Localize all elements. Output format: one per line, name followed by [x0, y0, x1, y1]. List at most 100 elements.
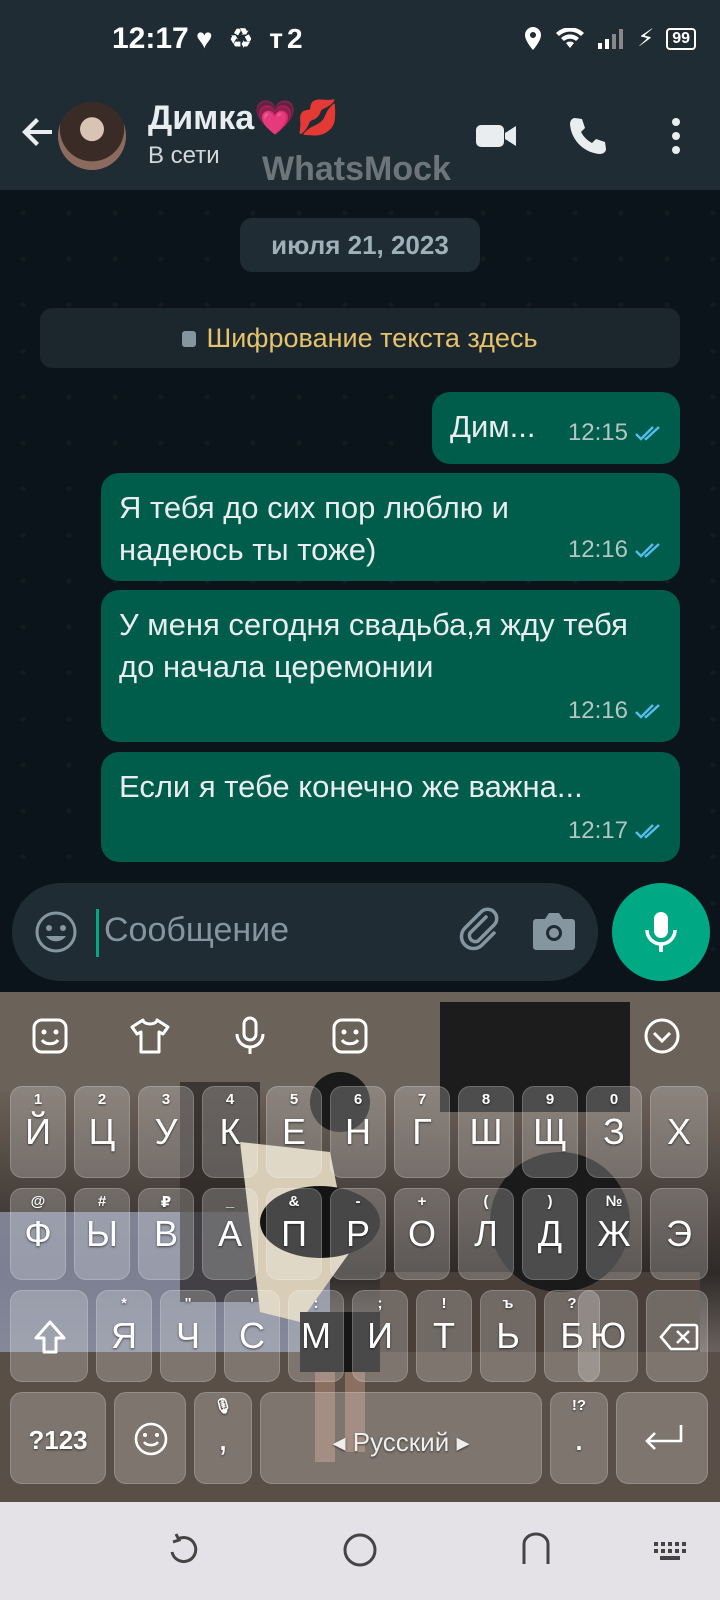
status-bar: 12:17 ♥ ♻ т2 ⚡ 99: [0, 0, 720, 80]
keyboard-toolbar: [0, 992, 720, 1082]
mic-hint-icon: 🎙: [213, 1398, 233, 1415]
key-д[interactable]: ) Д: [522, 1188, 578, 1280]
message-bubble[interactable]: У меня сегодня свадьба,я жду тебя до нач…: [101, 590, 680, 742]
message-input[interactable]: Сообщение: [104, 911, 289, 950]
contact-name[interactable]: Димка💗💋: [148, 98, 339, 138]
emoji-icon[interactable]: [34, 910, 78, 954]
attach-icon[interactable]: [456, 907, 504, 955]
key-к[interactable]: 4К: [202, 1086, 258, 1178]
key-я[interactable]: * Я: [96, 1290, 152, 1382]
message-bubble[interactable]: Если я тебе конечно же важна... 12:17: [101, 752, 680, 862]
key-с[interactable]: ' С: [224, 1290, 280, 1382]
microphone-icon: [645, 912, 677, 952]
key-т[interactable]: ! Т: [416, 1290, 472, 1382]
shift-key[interactable]: [10, 1290, 88, 1382]
location-icon: [525, 26, 542, 50]
keyboard[interactable]: 1Й 2Ц 3У 4К 5Е 6Н 7Г 8Ш 9Щ 0З Х @ Ф # Ы ₽ В…: [0, 992, 720, 1502]
theme-shirt-icon[interactable]: [128, 1014, 172, 1058]
key-м[interactable]: :М: [288, 1290, 344, 1382]
recents-icon[interactable]: [516, 1530, 556, 1570]
key-ь[interactable]: ъЬ: [480, 1290, 536, 1382]
watermark: WhatsMock: [262, 150, 451, 188]
chat-header: Димка💗💋 В сети WhatsMock: [0, 80, 720, 190]
message-bubble[interactable]: Я тебя до сих пор люблю и надеюсь ты тож…: [101, 473, 680, 581]
key-о[interactable]: + О: [394, 1188, 450, 1280]
backspace-icon: [659, 1323, 699, 1351]
message-meta: 12:17: [568, 810, 664, 852]
key-э[interactable]: Э: [650, 1188, 708, 1280]
key-л[interactable]: (Л: [458, 1188, 514, 1280]
key-ш[interactable]: 8Ш: [458, 1086, 514, 1178]
emoji-key[interactable]: [114, 1392, 186, 1484]
key-й[interactable]: 1Й: [10, 1086, 66, 1178]
battery-indicator: 99: [666, 27, 696, 50]
key-г[interactable]: 7Г: [394, 1086, 450, 1178]
symbols-key[interactable]: ?123: [10, 1392, 106, 1484]
read-ticks-icon: [635, 824, 660, 839]
camera-icon[interactable]: [530, 909, 578, 953]
message-meta: 12:15: [568, 412, 664, 454]
key-у[interactable]: 3У: [138, 1086, 194, 1178]
emoji-keyboard-icon[interactable]: [328, 1014, 372, 1058]
video-call-icon[interactable]: [474, 114, 518, 158]
charging-icon: ⚡: [637, 25, 655, 52]
key-е[interactable]: 5Е: [266, 1086, 322, 1178]
enter-icon: [645, 1425, 683, 1450]
chat-area[interactable]: июля 21, 2023 Шифрование текста здесь Ди…: [0, 190, 720, 990]
message-time: 12:17: [567, 817, 628, 844]
message-time: 12:16: [567, 536, 628, 563]
status-time: 12:17: [112, 22, 189, 55]
message-time: 12:15: [567, 419, 628, 446]
key-з[interactable]: 0З: [586, 1086, 642, 1178]
wifi-icon: [556, 27, 585, 48]
message-text: У меня сегодня свадьба,я жду тебя до нач…: [119, 607, 628, 684]
voice-input-icon[interactable]: [228, 1014, 272, 1058]
read-ticks-icon: [635, 543, 660, 558]
key-ж[interactable]: № Ж: [586, 1188, 642, 1280]
keyboard-switch-icon[interactable]: [650, 1530, 690, 1570]
text-caret: [96, 909, 99, 957]
backspace-key[interactable]: [646, 1290, 708, 1382]
encryption-notice[interactable]: Шифрование текста здесь: [40, 308, 680, 368]
smiley-icon: [134, 1422, 168, 1456]
system-nav-bar: [0, 1502, 720, 1600]
key-х[interactable]: Х: [650, 1086, 708, 1178]
message-meta: 12:16: [568, 529, 664, 571]
contact-status: В сети: [148, 142, 220, 169]
voice-record-button[interactable]: [612, 883, 710, 981]
key-щ[interactable]: 9Щ: [522, 1086, 578, 1178]
period-key[interactable]: !?.: [550, 1392, 608, 1484]
home-icon[interactable]: [340, 1530, 380, 1570]
collapse-keyboard-icon[interactable]: [640, 1014, 684, 1058]
key-а[interactable]: _ А: [202, 1188, 258, 1280]
message-composer[interactable]: Сообщение: [12, 883, 598, 981]
contact-avatar[interactable]: [58, 102, 126, 170]
back-arrow-icon[interactable]: [18, 112, 58, 152]
space-key[interactable]: ◂ Русский ▸: [260, 1392, 542, 1484]
message-text: Я тебя до сих пор люблю и надеюсь ты тож…: [119, 490, 509, 567]
lock-icon: [182, 331, 197, 347]
voice-call-icon[interactable]: [566, 114, 610, 158]
enter-key[interactable]: [616, 1392, 708, 1484]
key-ы[interactable]: # Ы: [74, 1188, 130, 1280]
message-text: Если я тебе конечно же важна...: [119, 769, 583, 804]
status-right-icons: ⚡ 99: [523, 24, 696, 53]
key-и[interactable]: ; И: [352, 1290, 408, 1382]
read-ticks-icon: [635, 426, 660, 441]
key-п[interactable]: & П: [266, 1188, 322, 1280]
message-meta: 12:16: [568, 690, 664, 732]
encryption-text: Шифрование текста здесь: [206, 323, 538, 353]
status-notification-icons: ♥ ♻ т2: [196, 23, 307, 54]
key-ч[interactable]: " Ч: [160, 1290, 216, 1382]
key-в[interactable]: ₽ В: [138, 1188, 194, 1280]
key-ц[interactable]: 2Ц: [74, 1086, 130, 1178]
key-н[interactable]: 6Н: [330, 1086, 386, 1178]
comma-key[interactable]: 🎙,: [194, 1392, 252, 1484]
more-options-icon[interactable]: [654, 114, 698, 158]
message-bubble[interactable]: Дим... 12:15: [432, 392, 680, 464]
sticker-icon[interactable]: [28, 1014, 72, 1058]
key-ф[interactable]: @ Ф: [10, 1188, 66, 1280]
key-ю[interactable]: Ю: [578, 1290, 638, 1382]
key-р[interactable]: -Р: [330, 1188, 386, 1280]
rotate-icon[interactable]: [164, 1530, 204, 1570]
